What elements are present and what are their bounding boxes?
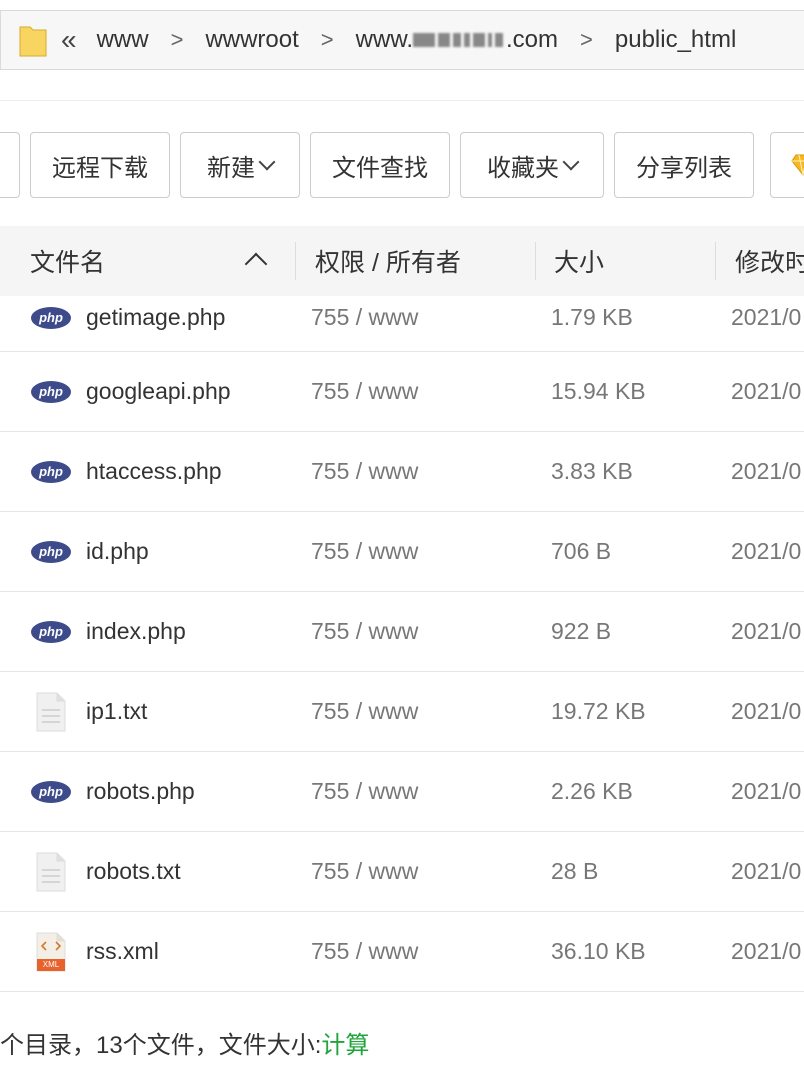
file-size: 3.83 KB [551, 458, 633, 484]
site-prefix: www. [355, 25, 413, 53]
column-modified-label: 修改时 [735, 249, 804, 277]
php-file-icon: php [31, 380, 71, 403]
column-name-label: 文件名 [30, 249, 106, 277]
toolbar-button-partial[interactable] [0, 132, 20, 198]
text-file-icon [36, 852, 66, 891]
xml-label: XML [42, 959, 60, 969]
chevron-right-icon: > [580, 27, 593, 52]
file-list: php getimage.php 755 / www 1.79 KB 2021/… [0, 296, 804, 992]
table-row[interactable]: php id.php 755 / www 706 B 2021/0 [0, 512, 804, 592]
chevron-right-icon: > [170, 27, 184, 52]
column-divider [295, 242, 296, 280]
file-permission[interactable]: 755 / www [311, 352, 418, 431]
file-permission[interactable]: 755 / www [311, 672, 418, 751]
table-row[interactable]: robots.txt 755 / www 28 B 2021/0 [0, 832, 804, 912]
file-modified: 2021/0 [731, 858, 802, 884]
column-permission-label: 权限 / 所有者 [315, 249, 461, 277]
file-size: 922 B [551, 618, 612, 644]
breadcrumb-item-site[interactable]: www. .com [356, 26, 558, 55]
file-search-button[interactable]: 文件查找 [310, 132, 450, 198]
file-name[interactable]: htaccess.php [86, 432, 222, 511]
php-file-icon: php [31, 540, 71, 563]
file-permission[interactable]: 755 / www [311, 752, 418, 831]
breadcrumb: « www > wwwroot > www. .com > public_html [0, 10, 804, 70]
favorites-button[interactable]: 收藏夹 [460, 132, 604, 198]
remote-download-button[interactable]: 远程下载 [30, 132, 170, 198]
php-file-icon: php [31, 460, 71, 483]
file-size: 2.26 KB [551, 778, 633, 804]
sort-ascending-icon[interactable] [244, 252, 268, 276]
table-row[interactable]: php htaccess.php 755 / www 3.83 KB 2021/… [0, 432, 804, 512]
column-divider [715, 242, 716, 280]
file-permission[interactable]: 755 / www [311, 512, 418, 591]
file-permission[interactable]: 755 / www [311, 832, 418, 911]
file-name[interactable]: rss.xml [86, 912, 159, 991]
file-summary: 个目录，13个文件，文件大小: [0, 1031, 322, 1059]
file-permission[interactable]: 755 / www [311, 912, 418, 991]
table-row[interactable]: php robots.php 755 / www 2.26 KB 2021/0 [0, 752, 804, 832]
file-name[interactable]: ip1.txt [86, 672, 147, 751]
new-label: 新建 [207, 154, 255, 182]
chevron-down-icon [258, 153, 276, 171]
column-divider [535, 242, 536, 280]
file-name[interactable]: robots.php [86, 752, 195, 831]
toolbar: 远程下载 新建 文件查找 收藏夹 分享列表 [0, 132, 804, 198]
file-size: 706 B [551, 538, 612, 564]
table-row[interactable]: XML rss.xml 755 / www 36.10 KB 2021/0 [0, 912, 804, 992]
xml-file-icon: XML [36, 932, 66, 972]
table-row[interactable]: php googleapi.php 755 / www 15.94 KB 202… [0, 352, 804, 432]
file-name[interactable]: robots.txt [86, 832, 181, 911]
vip-button[interactable] [770, 132, 804, 198]
text-file-icon [36, 692, 66, 731]
site-suffix: .com [506, 25, 559, 53]
breadcrumb-item-wwwroot[interactable]: wwwroot [205, 26, 298, 54]
status-bar: 个目录，13个文件，文件大小: 计算 [0, 1022, 369, 1062]
diamond-icon [791, 154, 804, 176]
file-size: 15.94 KB [551, 378, 646, 404]
file-name[interactable]: googleapi.php [86, 352, 231, 431]
share-list-label: 分享列表 [636, 154, 732, 182]
share-list-button[interactable]: 分享列表 [614, 132, 754, 198]
breadcrumb-item-public-html[interactable]: public_html [615, 26, 736, 54]
divider [0, 100, 804, 101]
breadcrumb-back-icon[interactable]: « [61, 24, 76, 56]
table-row[interactable]: php getimage.php 755 / www 1.79 KB 2021/… [0, 284, 804, 352]
calculate-size-link[interactable]: 计算 [321, 1025, 369, 1060]
file-modified: 2021/0 [731, 304, 802, 330]
new-button[interactable]: 新建 [180, 132, 300, 198]
file-modified: 2021/0 [731, 458, 802, 484]
file-size: 36.10 KB [551, 938, 646, 964]
file-modified: 2021/0 [731, 378, 802, 404]
file-name[interactable]: id.php [86, 512, 149, 591]
file-name[interactable]: getimage.php [86, 284, 225, 351]
chevron-down-icon [562, 153, 580, 171]
file-modified: 2021/0 [731, 778, 802, 804]
php-file-icon: php [31, 620, 71, 643]
php-file-icon: php [31, 306, 71, 329]
breadcrumb-item-www[interactable]: www [97, 26, 149, 54]
file-modified: 2021/0 [731, 618, 802, 644]
table-row[interactable]: ip1.txt 755 / www 19.72 KB 2021/0 [0, 672, 804, 752]
file-size: 28 B [551, 858, 599, 884]
column-size-label: 大小 [554, 249, 605, 277]
file-permission[interactable]: 755 / www [311, 592, 418, 671]
file-size: 19.72 KB [551, 698, 646, 724]
remote-download-label: 远程下载 [52, 154, 148, 182]
php-file-icon: php [31, 780, 71, 803]
file-search-label: 文件查找 [332, 154, 428, 182]
file-size: 1.79 KB [551, 304, 633, 330]
file-name[interactable]: index.php [86, 592, 186, 671]
chevron-right-icon: > [320, 27, 334, 52]
folder-icon [19, 23, 47, 57]
table-row[interactable]: php index.php 755 / www 922 B 2021/0 [0, 592, 804, 672]
redacted-text [413, 26, 506, 54]
file-modified: 2021/0 [731, 698, 802, 724]
file-permission[interactable]: 755 / www [311, 432, 418, 511]
file-modified: 2021/0 [731, 538, 802, 564]
file-modified: 2021/0 [731, 938, 802, 964]
favorites-label: 收藏夹 [487, 154, 559, 182]
file-permission[interactable]: 755 / www [311, 284, 418, 351]
